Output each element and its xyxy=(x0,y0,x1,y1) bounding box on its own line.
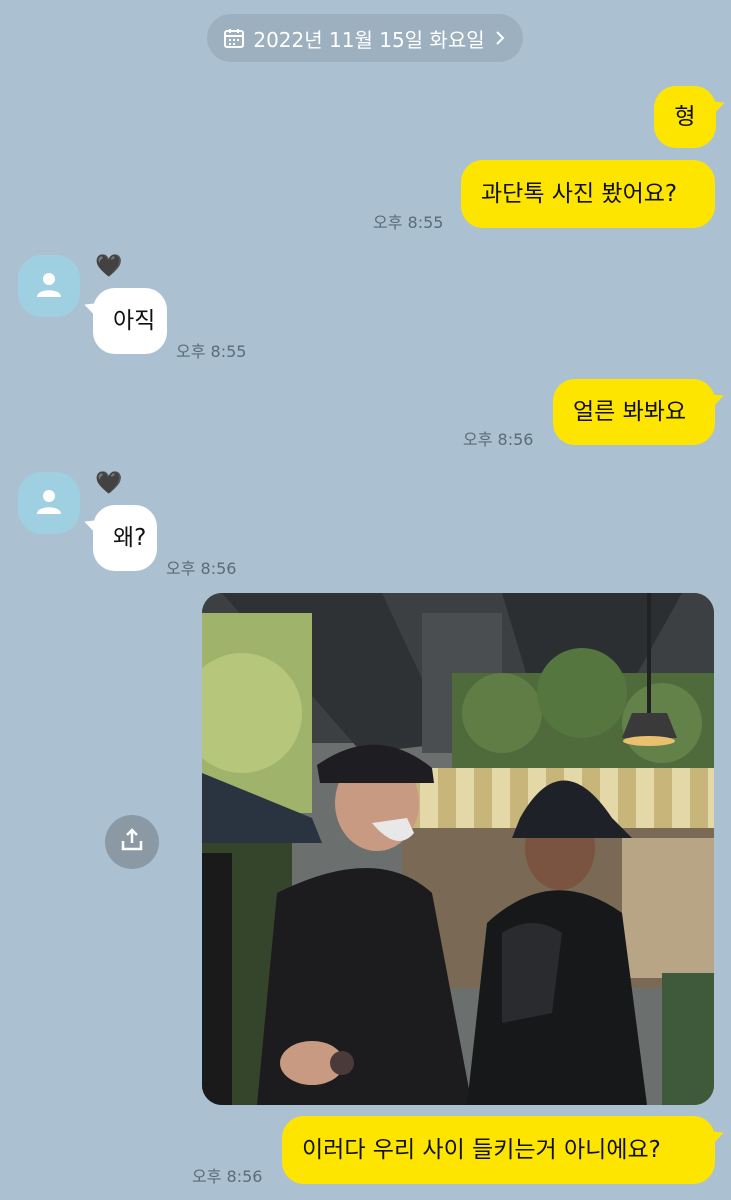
my-message-bubble[interactable]: 형 xyxy=(654,86,716,148)
message-text: 얼른 봐봐요 xyxy=(573,398,687,425)
person-icon xyxy=(34,486,64,520)
their-message-bubble[interactable]: 아직 xyxy=(93,288,167,354)
their-message-bubble[interactable]: 왜? xyxy=(93,505,157,571)
share-button[interactable] xyxy=(105,815,159,869)
shared-photo[interactable] xyxy=(202,593,714,1105)
message-time: 오후 8:56 xyxy=(166,559,237,578)
contact-name: 🖤 xyxy=(95,254,123,279)
avatar[interactable] xyxy=(18,472,80,534)
my-message-bubble[interactable]: 과단톡 사진 봤어요? xyxy=(461,160,715,228)
contact-name: 🖤 xyxy=(95,471,123,496)
message-text: 과단톡 사진 봤어요? xyxy=(481,180,678,207)
my-message-bubble[interactable]: 얼른 봐봐요 xyxy=(553,379,715,445)
message-time: 오후 8:56 xyxy=(192,1167,263,1186)
message-time: 오후 8:55 xyxy=(176,342,247,361)
message-text: 아직 xyxy=(113,307,156,334)
message-time: 오후 8:55 xyxy=(373,213,444,232)
my-message-bubble[interactable]: 이러다 우리 사이 들키는거 아니에요? xyxy=(282,1116,715,1184)
message-text: 왜? xyxy=(113,524,147,551)
date-divider[interactable]: 2022년 11월 15일 화요일 xyxy=(207,14,523,62)
avatar[interactable] xyxy=(18,255,80,317)
message-text: 이러다 우리 사이 들키는거 아니에요? xyxy=(302,1136,661,1163)
person-icon xyxy=(34,269,64,303)
date-label: 2022년 11월 15일 화요일 xyxy=(253,27,485,52)
message-time: 오후 8:56 xyxy=(463,430,534,449)
chevron-right-icon xyxy=(493,29,507,47)
message-text: 형 xyxy=(674,103,696,130)
calendar-icon xyxy=(223,27,245,49)
share-icon xyxy=(118,826,146,858)
